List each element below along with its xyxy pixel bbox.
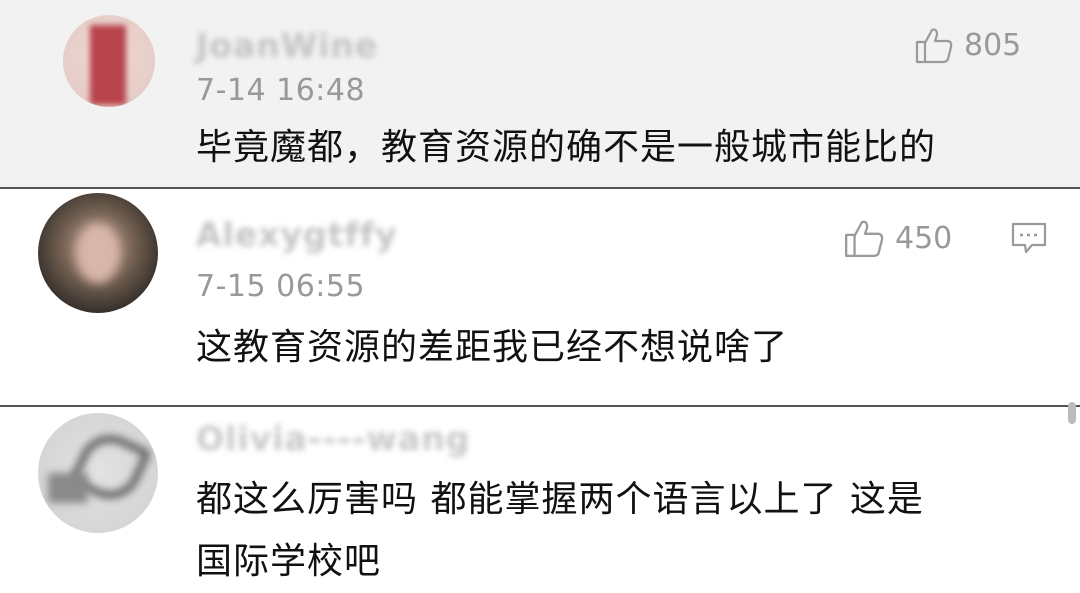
comment-text-line: 都这么厉害吗 都能掌握两个语言以上了 这是: [196, 479, 924, 520]
comment-timestamp: 7-15 06:55: [196, 269, 366, 304]
scrollbar-indicator[interactable]: [1068, 402, 1076, 424]
like-button[interactable]: 450: [843, 218, 952, 258]
thumbs-up-icon: [915, 28, 953, 64]
avatar[interactable]: [38, 413, 158, 533]
like-button[interactable]: 805: [914, 26, 1021, 64]
avatar[interactable]: [63, 15, 155, 107]
comment-item[interactable]: Olivia----wang 都这么厉害吗 都能掌握两个语言以上了 这是 国际学…: [0, 407, 1080, 593]
comment-item[interactable]: Alexygtffy 7-15 06:55 这教育资源的差距我已经不想说啥了 4…: [0, 189, 1080, 407]
comment-timestamp: 7-14 16:48: [196, 73, 366, 108]
like-count: 450: [895, 220, 953, 256]
username[interactable]: JoanWine: [196, 26, 378, 65]
username[interactable]: Olivia----wang: [196, 419, 470, 458]
avatar[interactable]: [38, 193, 158, 313]
comment-item[interactable]: JoanWine 7-14 16:48 毕竟魔都，教育资源的确不是一般城市能比的…: [0, 0, 1080, 189]
username[interactable]: Alexygtffy: [196, 215, 398, 254]
comment-text-line: 国际学校吧: [196, 541, 382, 582]
comment-text: 这教育资源的差距我已经不想说啥了: [196, 327, 789, 368]
reply-comment-icon: [1011, 222, 1047, 254]
like-count: 805: [964, 27, 1022, 63]
thumbs-up-icon: [844, 220, 884, 258]
reply-button[interactable]: [1010, 221, 1048, 261]
comment-text: 毕竟魔都，教育资源的确不是一般城市能比的: [196, 127, 937, 168]
